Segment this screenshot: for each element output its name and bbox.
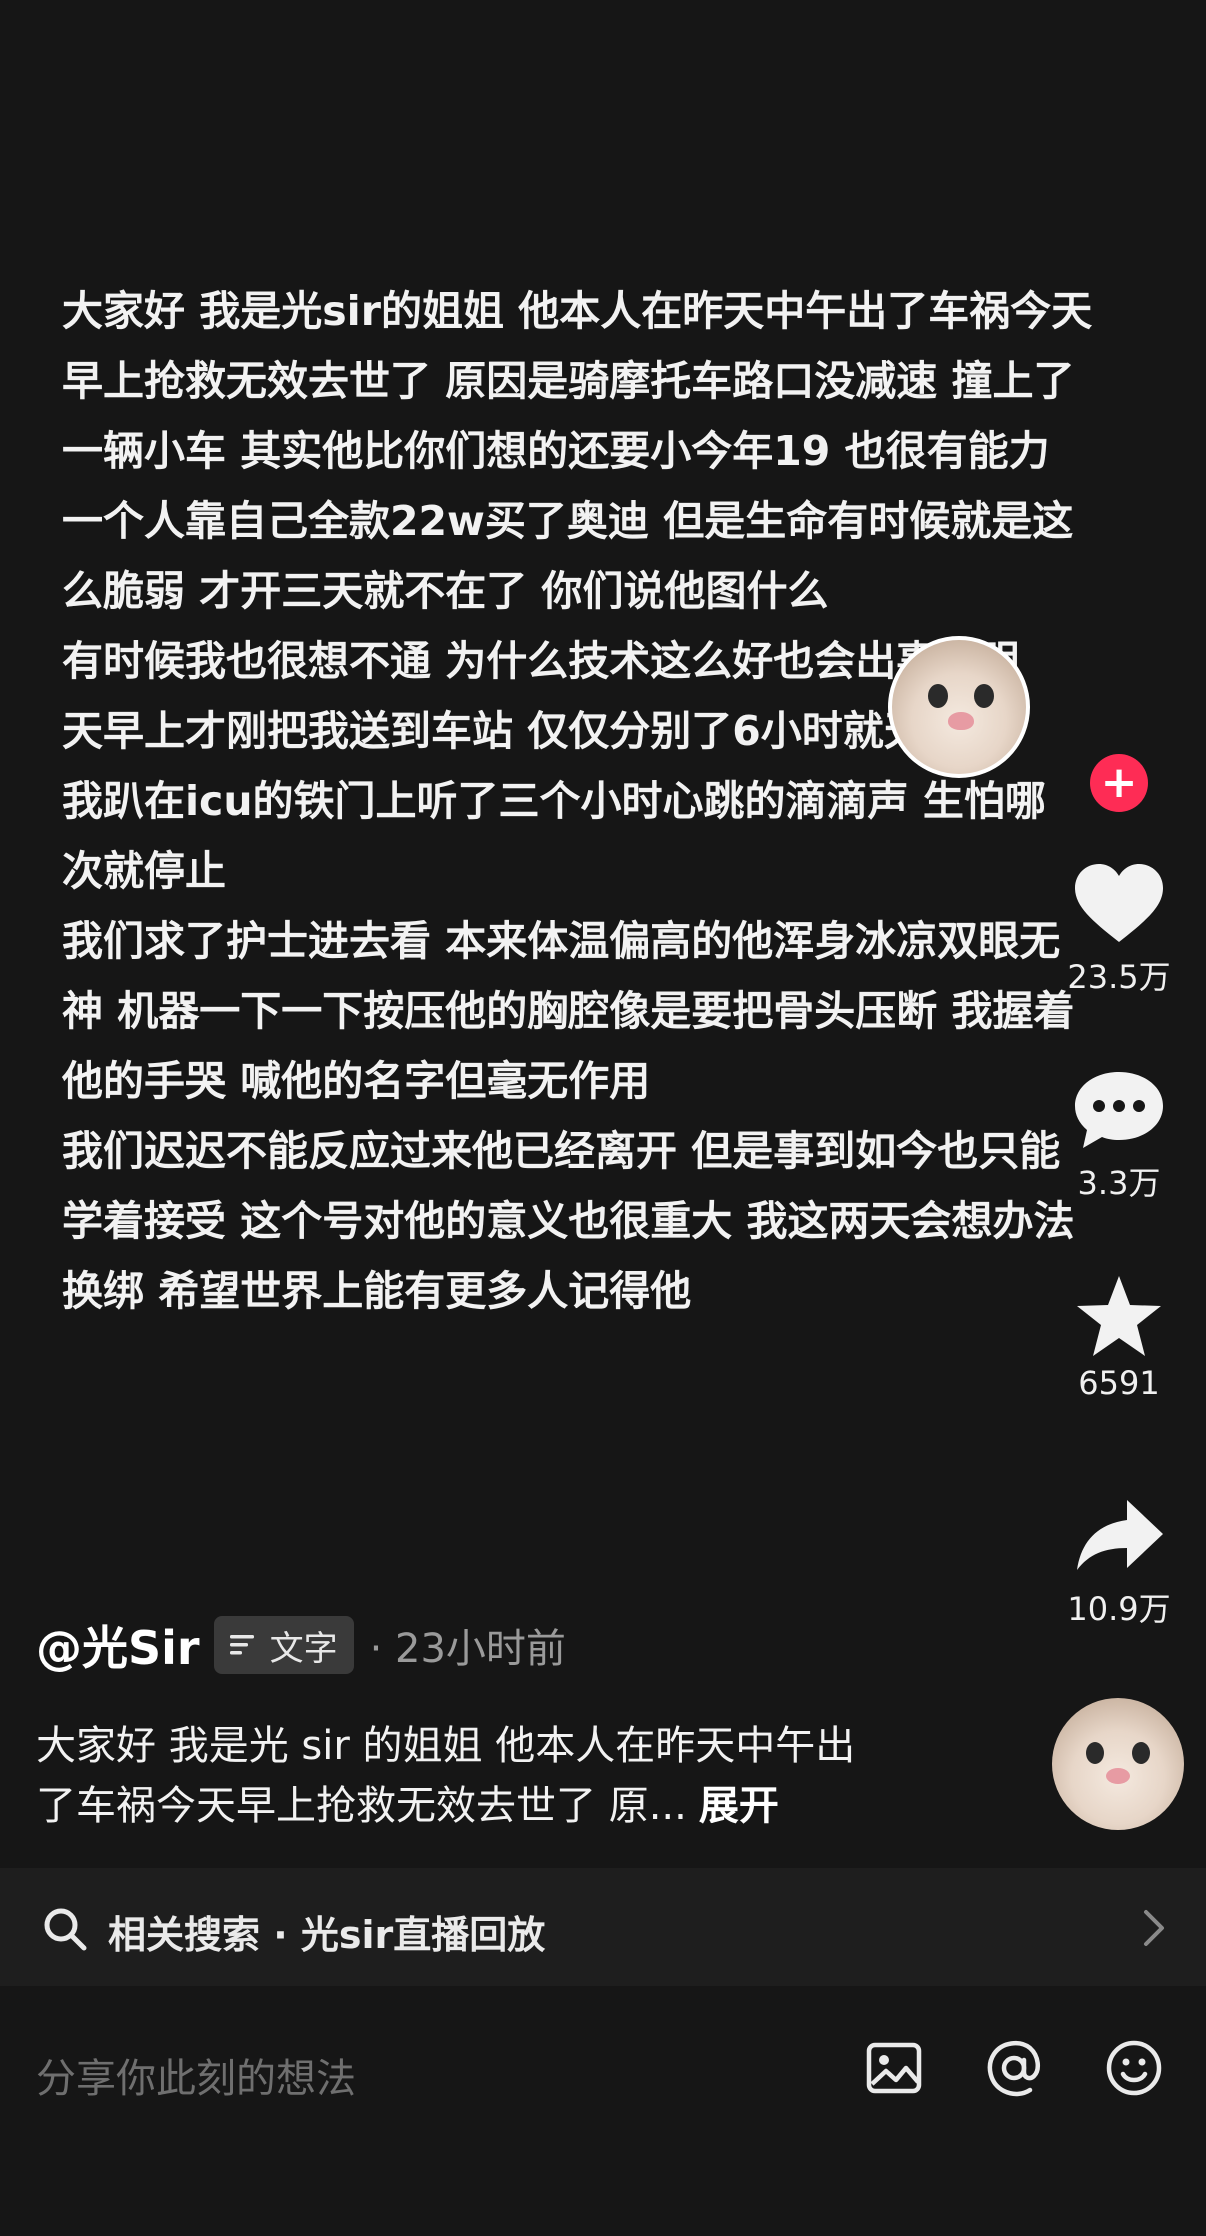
cat-avatar-image xyxy=(888,636,1030,778)
post-line: 次就停止 xyxy=(62,847,226,895)
share-count: 10.9万 xyxy=(1067,1590,1171,1628)
caption-line: 了车祸今天早上抢救无效去世了 原... 展开 xyxy=(36,1776,956,1836)
cat-nose xyxy=(1106,1768,1130,1784)
share-arrow-icon xyxy=(1077,1500,1163,1570)
tag-label: 文字 xyxy=(269,1628,338,1669)
author-row: @光Sir 文字 · 23小时前 xyxy=(36,1610,566,1680)
post-text: 大家好 我是光sir的姐姐 他本人在昨天中午出了车祸今天 早上抢救无效去世了 原… xyxy=(62,276,1172,1326)
favorite-button[interactable]: 6591 xyxy=(1046,1274,1192,1402)
text-lines-icon xyxy=(229,1635,254,1655)
post-line: 神 机器一下一下按压他的胸腔像是要把骨头压断 我握着 xyxy=(62,987,1075,1035)
text-type-tag[interactable]: 文字 xyxy=(213,1616,354,1674)
post-line: 一个人靠自己全款22w买了奥迪 但是生命有时候就是这 xyxy=(62,497,1074,545)
caption-line-2: 了车祸今天早上抢救无效去世了 原... xyxy=(36,1783,687,1829)
post-line: 我们迟迟不能反应过来他已经离开 但是事到如今也只能 xyxy=(62,1127,1061,1175)
post-line: 学着接受 这个号对他的意义也很重大 我这两天会想办法 xyxy=(62,1197,1075,1245)
cat-eye-right xyxy=(1132,1742,1150,1764)
emoji-icon[interactable] xyxy=(1104,2038,1164,2098)
music-disc-avatar[interactable] xyxy=(1052,1698,1184,1830)
cat-eye-left xyxy=(928,684,948,708)
post-line: 他的手哭 喊他的名字但毫无作用 xyxy=(62,1057,651,1105)
cat-eye-right xyxy=(974,684,994,708)
post-line: 换绑 希望世界上能有更多人记得他 xyxy=(62,1267,692,1315)
related-search-bar[interactable]: 相关搜索 · 光sir直播回放 xyxy=(0,1868,1206,1986)
video-area[interactable]: 大家好 我是光sir的姐姐 他本人在昨天中午出了车祸今天 早上抢救无效去世了 原… xyxy=(0,0,1206,1868)
related-search-text: 相关搜索 · 光sir直播回放 xyxy=(108,1913,546,1957)
favorite-count: 6591 xyxy=(1078,1364,1160,1402)
comment-bar: 分享你此刻的想法 xyxy=(0,1986,1206,2236)
cat-nose xyxy=(948,712,974,730)
heart-icon xyxy=(1075,864,1163,942)
comment-count: 3.3万 xyxy=(1077,1164,1161,1202)
post-line: 早上抢救无效去世了 原因是骑摩托车路口没减速 撞上了 xyxy=(62,357,1075,405)
like-button[interactable]: 23.5万 xyxy=(1046,862,1192,998)
share-button[interactable]: 10.9万 xyxy=(1046,1494,1192,1630)
at-mention-icon[interactable] xyxy=(984,2038,1044,2098)
star-icon xyxy=(1077,1276,1161,1356)
comment-input[interactable]: 分享你此刻的想法 xyxy=(36,2046,356,2104)
cat-eye-left xyxy=(1086,1742,1104,1764)
author-name[interactable]: @光Sir xyxy=(36,1612,200,1678)
post-line: 我们求了护士进去看 本来体温偏高的他浑身冰凉双眼无 xyxy=(62,917,1061,965)
expand-button[interactable]: 展开 xyxy=(699,1783,779,1829)
post-line: 大家好 我是光sir的姐姐 他本人在昨天中午出了车祸今天 xyxy=(62,287,1093,335)
author-avatar[interactable] xyxy=(888,636,1030,778)
follow-button[interactable]: + xyxy=(1090,754,1148,812)
like-count: 23.5万 xyxy=(1067,958,1171,996)
post-line: 么脆弱 才开三天就不在了 你们说他图什么 xyxy=(62,567,829,615)
search-icon xyxy=(44,1908,87,1951)
comment-button[interactable]: 3.3万 xyxy=(1046,1068,1192,1204)
caption-line: 大家好 我是光 sir 的姐姐 他本人在昨天中午出 xyxy=(36,1723,856,1769)
post-line: 一辆小车 其实他比你们想的还要小今年19 也很有能力 xyxy=(62,427,1050,475)
chevron-right-icon xyxy=(1144,1910,1164,1946)
caption[interactable]: 大家好 我是光 sir 的姐姐 他本人在昨天中午出 了车祸今天早上抢救无效去世了… xyxy=(36,1716,956,1836)
comment-bubble-icon xyxy=(1075,1072,1163,1148)
post-time: · 23小时前 xyxy=(369,1626,566,1672)
image-icon[interactable] xyxy=(864,2038,924,2098)
